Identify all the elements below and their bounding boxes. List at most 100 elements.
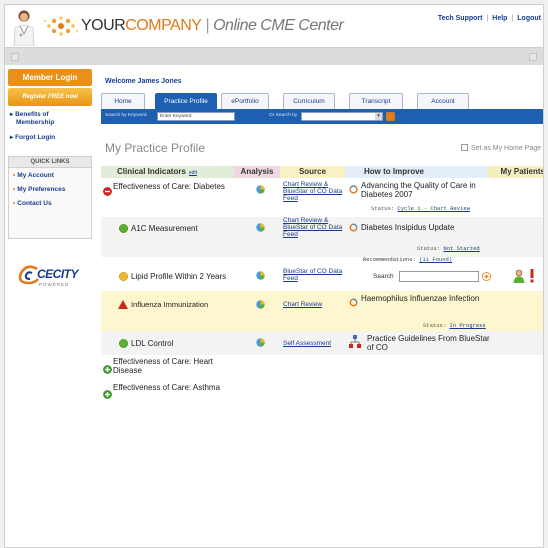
patient-user-icon[interactable]: [513, 269, 525, 283]
brand-you: YOUR: [81, 17, 126, 34]
set-home-label: Set as My Home Page: [470, 145, 541, 152]
analysis-chart-icon[interactable]: [256, 223, 265, 232]
header-divider-bar: [5, 47, 543, 65]
brand-title: YOURCOMPANY | Online CME Center: [81, 17, 344, 35]
header-how-to-improve: How to Improve: [345, 166, 487, 178]
company-logo-icon: [43, 16, 79, 36]
table-row: LDL Control Self Assessment Practice Gui…: [101, 331, 543, 355]
cycle-icon: [349, 185, 358, 194]
cecity-powered-text: POWERED: [39, 282, 70, 287]
link-separator: |: [511, 15, 514, 22]
my-account-link[interactable]: • My Account: [9, 168, 91, 182]
search-bar: Search by Keyword Enter Keyword Or Searc…: [101, 109, 543, 124]
set-home-checkbox[interactable]: [460, 144, 468, 151]
plus-circle-icon[interactable]: [103, 390, 112, 399]
contact-us-link[interactable]: • Contact Us: [9, 196, 91, 210]
benefits-line-1: ▸ Benefits of: [10, 111, 49, 118]
my-preferences-link[interactable]: • My Preferences: [9, 182, 91, 196]
keyword-search-input[interactable]: Enter Keyword: [157, 112, 235, 121]
tab-account[interactable]: Account: [417, 93, 469, 109]
status-link[interactable]: In Progress: [449, 322, 485, 329]
tab-eportfolio[interactable]: ePortfolio: [221, 93, 269, 109]
tab-transcript[interactable]: Transcript: [349, 93, 403, 109]
table-row: A1C Measurement Chart Review & BlueStar …: [101, 217, 543, 257]
quick-links-panel: QUICK LINKS • My Account • My Preferences …: [8, 156, 92, 239]
search-by-select[interactable]: ▾: [301, 112, 383, 121]
indicator-name[interactable]: Lipid Profile Within 2 Years: [131, 272, 236, 281]
main-content: Welcome James Jones Home Practice Profil…: [95, 65, 543, 547]
welcome-text: Welcome James Jones: [105, 78, 182, 85]
link-separator: |: [486, 15, 489, 22]
chevron-down-icon: ▾: [375, 113, 382, 120]
indicator-name[interactable]: A1C Measurement: [131, 224, 231, 233]
left-sidebar: Member Login Register FREE now ▸ Benefit…: [5, 65, 95, 547]
analysis-chart-icon[interactable]: [256, 185, 265, 194]
tech-support-link[interactable]: Tech Support: [438, 15, 483, 22]
table-header: Clinical Indicators edit Analysis Source …: [101, 166, 543, 178]
add-circle-icon[interactable]: [482, 272, 491, 281]
bar-left-marker: [11, 53, 19, 61]
status-green-dot-icon: [119, 339, 128, 348]
source-link[interactable]: Chart Review & BlueStar of CO Data Feed: [283, 181, 345, 202]
improve-link[interactable]: Advancing the Quality of Care in Diabete…: [361, 181, 481, 199]
indicator-name[interactable]: Effectiveness of Care: Heart Disease: [113, 357, 243, 375]
improve-link[interactable]: Practice Guidelines From BlueStar of CO: [367, 334, 497, 352]
status-red-triangle-icon: [118, 300, 128, 309]
tab-practice-profile[interactable]: Practice Profile: [155, 93, 217, 109]
indicator-name[interactable]: Effectiveness of Care: Diabetes: [113, 182, 233, 191]
doctor-avatar-icon: [13, 10, 35, 46]
refresh-icon: [349, 298, 358, 307]
search-keyword-label: Search by Keyword: [105, 113, 147, 118]
patient-search-input[interactable]: [399, 271, 479, 282]
app-frame: YOURCOMPANY | Online CME Center Tech Suppo…: [4, 4, 544, 548]
indicator-name[interactable]: Influenza Immunization: [131, 300, 236, 309]
help-link[interactable]: Help: [492, 15, 507, 22]
logout-link[interactable]: Logout: [517, 15, 541, 22]
table-row: Influenza Immunization Chart Review Haem…: [101, 291, 543, 331]
status-yellow-dot-icon: [119, 272, 128, 281]
source-link[interactable]: BlueStar of CO Data Feed: [283, 268, 345, 282]
register-free-button[interactable]: Register FREE now: [8, 88, 92, 106]
header-clinical-indicators: Clinical Indicators edit: [101, 166, 234, 178]
member-login-button[interactable]: Member Login: [8, 69, 92, 86]
search-label: Search: [373, 273, 394, 280]
analysis-chart-icon[interactable]: [256, 338, 265, 347]
recommendations-count[interactable]: (11 Found): [419, 256, 452, 263]
plus-circle-icon[interactable]: [103, 365, 112, 374]
recommendations-text: Recommendations: (11 Found): [363, 256, 453, 263]
analysis-chart-icon[interactable]: [256, 271, 265, 280]
search-go-button[interactable]: [386, 112, 395, 121]
forgot-login-link[interactable]: ▸ Forgot Login: [10, 133, 55, 141]
search-or-label: Or Search by: [269, 113, 298, 118]
indicator-name[interactable]: LDL Control: [131, 339, 231, 348]
edit-indicators-link[interactable]: edit: [189, 170, 197, 176]
improve-link[interactable]: Diabetes Insipidus Update: [361, 223, 491, 232]
benefits-link[interactable]: ▸ Benefits of Membership: [10, 111, 54, 127]
header-my-patients: My Patients: [487, 166, 543, 178]
tab-home[interactable]: Home: [101, 93, 145, 109]
alert-icon: [530, 269, 534, 283]
status-link[interactable]: Not Started: [443, 245, 479, 252]
set-home-page-toggle[interactable]: Set as My Home Page: [460, 144, 541, 152]
table-row: Effectiveness of Care: Heart Disease: [101, 355, 543, 381]
brand-company: COMPANY: [125, 17, 202, 34]
source-link[interactable]: Chart Review & BlueStar of CO Data Feed: [283, 217, 345, 238]
top-links: Tech Support | Help | Logout: [438, 15, 541, 22]
quick-links-title: QUICK LINKS: [9, 157, 91, 168]
hierarchy-icon: [349, 335, 361, 348]
status-link[interactable]: Cycle 1 - Chart Review: [397, 205, 470, 212]
header-analysis: Analysis: [234, 166, 280, 178]
table-row: Effectiveness of Care: Asthma: [101, 381, 543, 407]
status-green-dot-icon: [119, 224, 128, 233]
source-link[interactable]: Chart Review: [283, 301, 345, 308]
minus-circle-icon[interactable]: [103, 187, 112, 196]
header-source: Source: [280, 166, 345, 178]
source-link[interactable]: Self Assessment: [283, 340, 345, 347]
brand-subtitle: Online CME Center: [213, 17, 344, 34]
bar-right-marker: [529, 53, 537, 61]
analysis-chart-icon[interactable]: [256, 300, 265, 309]
indicator-name[interactable]: Effectiveness of Care: Asthma: [113, 383, 243, 392]
improve-link[interactable]: Haemophilus Influenzae Infection: [361, 294, 491, 303]
status-text: Status: In Progress: [423, 322, 486, 329]
tab-curriculum[interactable]: Curriculum: [283, 93, 335, 109]
